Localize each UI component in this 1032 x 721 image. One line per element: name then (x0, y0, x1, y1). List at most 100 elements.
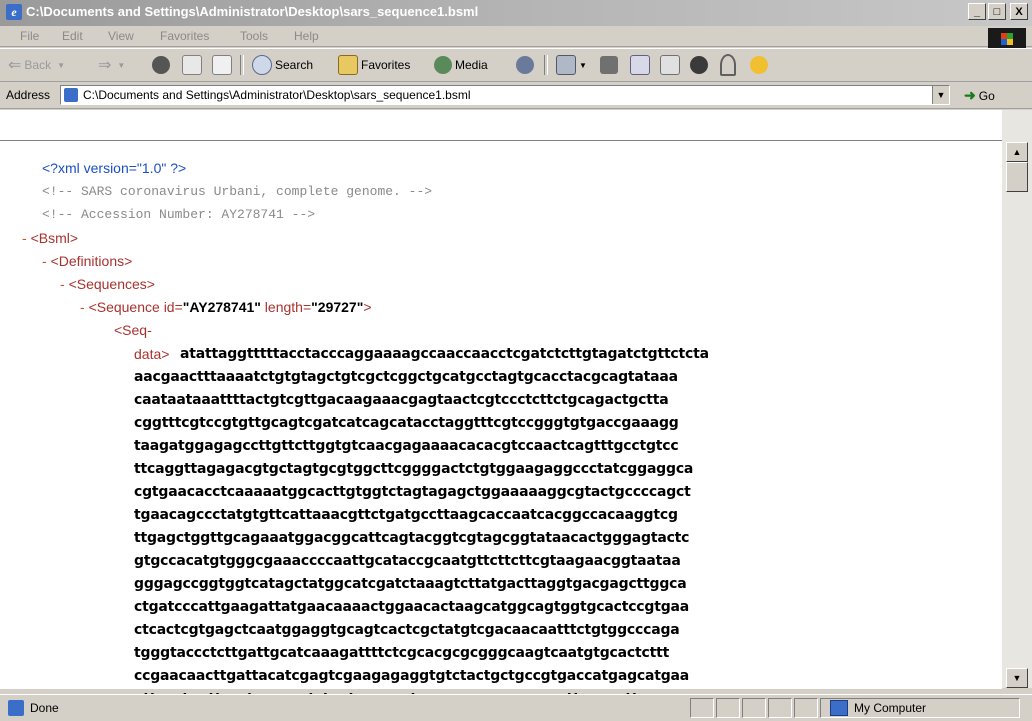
sequence-line: tgggtaccctcttgattgcatcaaagattttctcgcacgc… (134, 645, 670, 661)
sequence-line: caataataaattttactgtcgttgacaagaaacgagtaac… (134, 392, 669, 408)
chevron-down-icon: ▼ (57, 60, 66, 70)
address-dropdown-icon[interactable]: ▼ (932, 86, 949, 104)
edit-button[interactable] (630, 54, 653, 76)
print-icon (600, 56, 618, 74)
status-cell (716, 698, 740, 718)
research-button[interactable] (690, 54, 711, 76)
menu-edit[interactable]: Edit (62, 29, 83, 43)
scroll-thumb[interactable] (1006, 162, 1028, 192)
stop-icon (152, 56, 170, 74)
sequence-line: gtgccacatgtgggcgaaaccccaattgcataccgcaatg… (134, 553, 681, 569)
print-button[interactable] (600, 54, 621, 76)
sequence-line: ctcactcgtgagctcaatggaggtgcagtcactcgctatg… (134, 622, 680, 638)
menu-favorites[interactable]: Favorites (160, 29, 209, 43)
favorites-folder-icon (338, 55, 358, 75)
sequences-node[interactable]: - <Sequences> (60, 276, 155, 292)
close-button[interactable]: X (1010, 3, 1028, 20)
chevron-down-icon: ▼ (579, 60, 587, 70)
maximize-button[interactable]: □ (988, 3, 1006, 20)
toolbar-separator (240, 55, 244, 75)
history-icon (516, 56, 534, 74)
chevron-down-icon: ▼ (117, 60, 126, 70)
address-url: C:\Documents and Settings\Administrator\… (83, 88, 471, 102)
sequence-line: ccgaacaacttgattacatcgagtcgaagagaggtgtcta… (134, 668, 690, 684)
menu-bar: File Edit View Favorites Tools Help (0, 26, 1032, 47)
attr-id-name: id= (163, 299, 183, 315)
sequence-line: ctgatcccattgaagattatgaacaaaactggaacactaa… (134, 599, 690, 615)
sequence-line: ttgagctggttgcagaaatggacggcattcagtacggtcg… (134, 530, 690, 546)
sequence-line: tgaacagccctatgtgttcattaaacgttctgatgcctta… (134, 507, 678, 523)
attr-length-name: length= (260, 299, 312, 315)
sequence-line: aacgaactttaaaatctgtgtagctgtcgctcggctgcat… (134, 369, 678, 385)
collapse-toggle[interactable]: - (60, 276, 65, 292)
home-button[interactable] (212, 54, 235, 76)
minimize-button[interactable]: _ (968, 3, 986, 20)
menu-file[interactable]: File (20, 29, 39, 43)
sequence-line: cgtgaacacctcaaaaatggcacttgtggtctagtagagc… (134, 484, 691, 500)
sequence-tag-close: > (363, 299, 372, 315)
go-button[interactable]: ➜ Go (964, 87, 995, 104)
toolbar: ⇐ Back ▼ ⇒ ▼ Search Favorites Media ▼ (0, 48, 1032, 82)
sequence-line: taagatggagagccttgttcttggtgtcaacgagaaaaca… (134, 438, 679, 454)
bsml-node[interactable]: - <Bsml> (22, 230, 78, 246)
page-status-icon (8, 700, 24, 716)
back-arrow-icon: ⇐ (8, 57, 22, 74)
status-cell (768, 698, 792, 718)
sequence-line: cggtttcgtccgtgttgcagtcgatcatcagcatacctag… (134, 415, 679, 431)
status-cell (742, 698, 766, 718)
mail-icon (556, 55, 576, 75)
xml-declaration: <?xml version="1.0" ?> (42, 160, 187, 176)
sequence-line: ttcaggttagagacgtgctagtgcgtggcttcggggactc… (134, 461, 694, 477)
sequence-node[interactable]: - <Sequence id="AY278741" length="29727"… (80, 299, 372, 315)
attr-length-value: "29727" (311, 299, 364, 315)
menu-help[interactable]: Help (294, 29, 319, 43)
sequence-line: gggagccggtggtcatagctatggcatcgatctaaagtct… (134, 576, 687, 592)
forward-arrow-icon: ⇒ (98, 57, 112, 74)
definitions-node[interactable]: - <Definitions> (42, 253, 132, 269)
discuss-icon (660, 55, 680, 75)
seq-data-tag-start: <Seq- (114, 322, 152, 338)
sequences-tag: <Sequences> (68, 276, 155, 292)
forward-button[interactable]: ⇒ ▼ (98, 54, 125, 76)
windows-logo-icon (988, 28, 1026, 50)
stop-button[interactable] (152, 54, 173, 76)
address-input[interactable]: C:\Documents and Settings\Administrator\… (60, 85, 950, 105)
back-button[interactable]: ⇐ Back ▼ (8, 54, 65, 76)
collapse-toggle[interactable]: - (42, 253, 47, 269)
collapse-toggle[interactable]: - (80, 299, 85, 315)
mail-button[interactable]: ▼ (556, 54, 587, 76)
page-icon (64, 88, 78, 102)
research-icon (690, 56, 708, 74)
menu-tools[interactable]: Tools (240, 29, 268, 43)
scroll-down-icon[interactable]: ▼ (1006, 668, 1028, 688)
vertical-scrollbar[interactable]: ▲ ▼ (1002, 110, 1032, 688)
window-title: C:\Documents and Settings\Administrator\… (26, 4, 479, 19)
status-text: Done (30, 701, 59, 715)
toolbar-separator (544, 55, 548, 75)
scroll-up-icon[interactable]: ▲ (1006, 142, 1028, 162)
sequence-line: atattaggtttttacctacccaggaaaagccaaccaacct… (180, 346, 709, 362)
addon-icon (750, 56, 768, 74)
refresh-button[interactable] (182, 54, 205, 76)
discuss-button[interactable] (660, 54, 683, 76)
xml-comment-title: <!-- SARS coronavirus Urbani, complete g… (42, 184, 433, 199)
status-bar: Done My Computer (0, 694, 1032, 721)
favorites-button[interactable]: Favorites (338, 54, 410, 76)
home-icon (212, 55, 232, 75)
search-button[interactable]: Search (252, 54, 313, 76)
window-controls: _ □ X (968, 3, 1028, 20)
ie-icon[interactable]: e (6, 4, 22, 20)
addon-button[interactable] (750, 54, 771, 76)
media-button[interactable]: Media (434, 54, 488, 76)
attr-id-value: "AY278741" (182, 299, 261, 315)
history-button[interactable] (516, 54, 537, 76)
messenger-button[interactable] (720, 54, 739, 76)
address-label: Address (6, 88, 51, 102)
content-top (0, 110, 1002, 140)
menu-view[interactable]: View (108, 29, 134, 43)
collapse-toggle[interactable]: - (22, 230, 27, 246)
title-bar: e C:\Documents and Settings\Administrato… (0, 0, 1032, 26)
messenger-icon (720, 54, 736, 76)
status-cell (690, 698, 714, 718)
seq-data-tag-end: data> (134, 346, 170, 362)
